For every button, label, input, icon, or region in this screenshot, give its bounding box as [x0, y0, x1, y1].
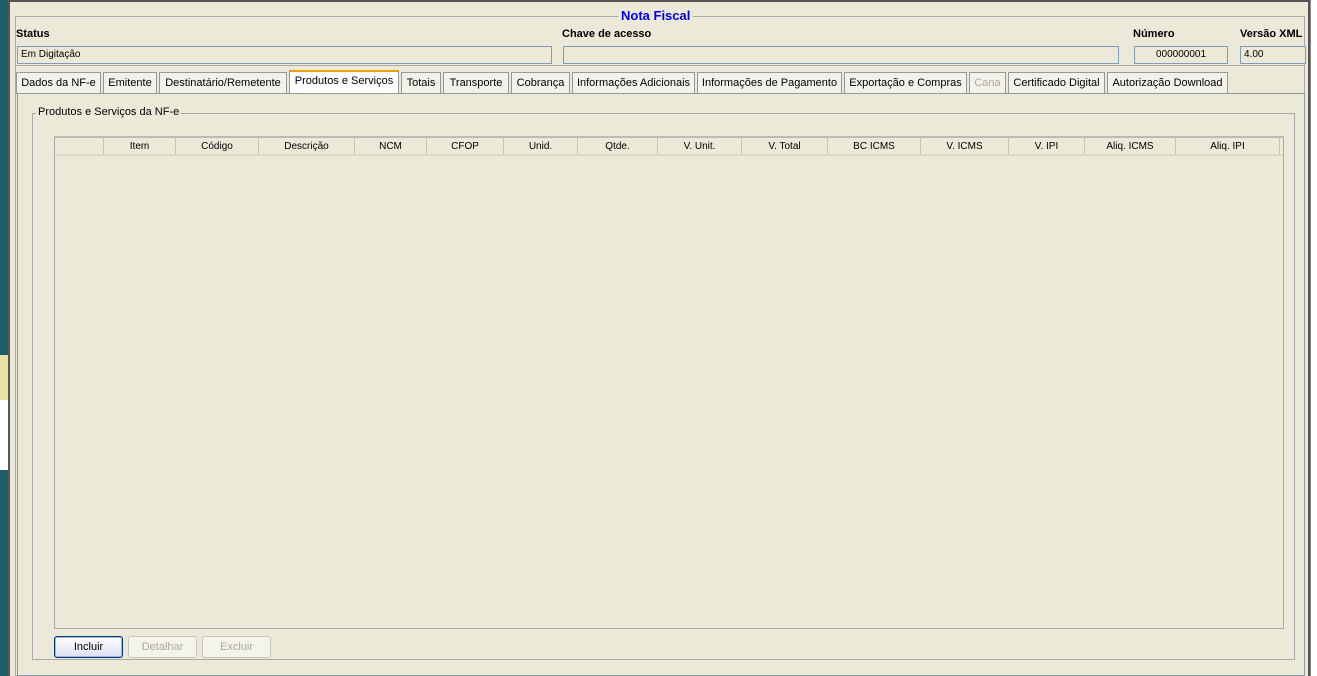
nota-fiscal-window: Nota Fiscal Status Em Digitação Chave de… — [8, 0, 1310, 676]
column-header-v-total[interactable]: V. Total — [742, 138, 828, 154]
status-field: Em Digitação — [17, 46, 552, 64]
column-header-v-ipi[interactable]: V. IPI — [1009, 138, 1085, 154]
tab-certificado-digital[interactable]: Certificado Digital — [1008, 72, 1105, 94]
column-header-cfop[interactable]: CFOP — [427, 138, 504, 154]
tab-autorizacao-download[interactable]: Autorização Download — [1107, 72, 1228, 94]
tab-exportacao-compras[interactable]: Exportação e Compras — [844, 72, 967, 94]
produtos-group: Produtos e Serviços da NF-e Item Código … — [32, 106, 1295, 660]
group-title: Produtos e Serviços da NF-e — [36, 106, 182, 118]
produtos-panel: Produtos e Serviços da NF-e Item Código … — [17, 93, 1305, 676]
detalhar-button: Detalhar — [128, 636, 197, 658]
produtos-table[interactable]: Item Código Descrição NCM CFOP Unid. Qtd… — [54, 136, 1284, 629]
column-header-bc-icms[interactable]: BC ICMS — [828, 138, 921, 154]
tab-produtos-servicos[interactable]: Produtos e Serviços — [289, 70, 399, 94]
desktop-background-right — [1310, 0, 1317, 676]
tab-emitente[interactable]: Emitente — [103, 72, 157, 94]
tab-cana: Cana — [969, 72, 1006, 94]
tab-informacoes-pagamento[interactable]: Informações de Pagamento — [697, 72, 842, 94]
tab-dados-nfe[interactable]: Dados da NF-e — [16, 72, 101, 94]
incluir-button[interactable]: Incluir — [54, 636, 123, 658]
column-header-v-icms[interactable]: V. ICMS — [921, 138, 1009, 154]
tab-bar: Dados da NF-e Emitente Destinatário/Reme… — [16, 70, 1236, 94]
excluir-button: Excluir — [202, 636, 271, 658]
column-header-aliq-ipi[interactable]: Aliq. IPI — [1176, 138, 1280, 154]
numero-label: Número — [1133, 28, 1175, 40]
button-bar: Incluir Detalhar Excluir — [54, 636, 271, 658]
numero-field: 000000001 — [1134, 46, 1228, 64]
chave-acesso-field[interactable] — [563, 46, 1119, 64]
column-header-item[interactable]: Item — [104, 138, 176, 154]
window-title: Nota Fiscal — [618, 8, 694, 23]
column-header-select[interactable] — [55, 138, 104, 154]
column-header-qtde[interactable]: Qtde. — [578, 138, 658, 154]
column-header-v-unit[interactable]: V. Unit. — [658, 138, 742, 154]
tab-cobranca[interactable]: Cobrança — [511, 72, 570, 94]
chave-label: Chave de acesso — [562, 28, 652, 40]
column-header-codigo[interactable]: Código — [176, 138, 259, 154]
tab-totais[interactable]: Totais — [401, 72, 441, 94]
desktop-background — [0, 0, 8, 676]
versao-xml-field: 4.00 — [1240, 46, 1306, 64]
tab-destinatario[interactable]: Destinatário/Remetente — [159, 72, 287, 94]
column-header-ncm[interactable]: NCM — [355, 138, 427, 154]
tab-transporte[interactable]: Transporte — [443, 72, 509, 94]
table-header: Item Código Descrição NCM CFOP Unid. Qtd… — [55, 138, 1283, 156]
tab-informacoes-adicionais[interactable]: Informações Adicionais — [572, 72, 695, 94]
column-header-unid[interactable]: Unid. — [504, 138, 578, 154]
status-label: Status — [16, 28, 50, 40]
column-header-descricao[interactable]: Descrição — [259, 138, 355, 154]
column-header-aliq-icms[interactable]: Aliq. ICMS — [1085, 138, 1176, 154]
versao-label: Versão XML — [1240, 28, 1303, 40]
